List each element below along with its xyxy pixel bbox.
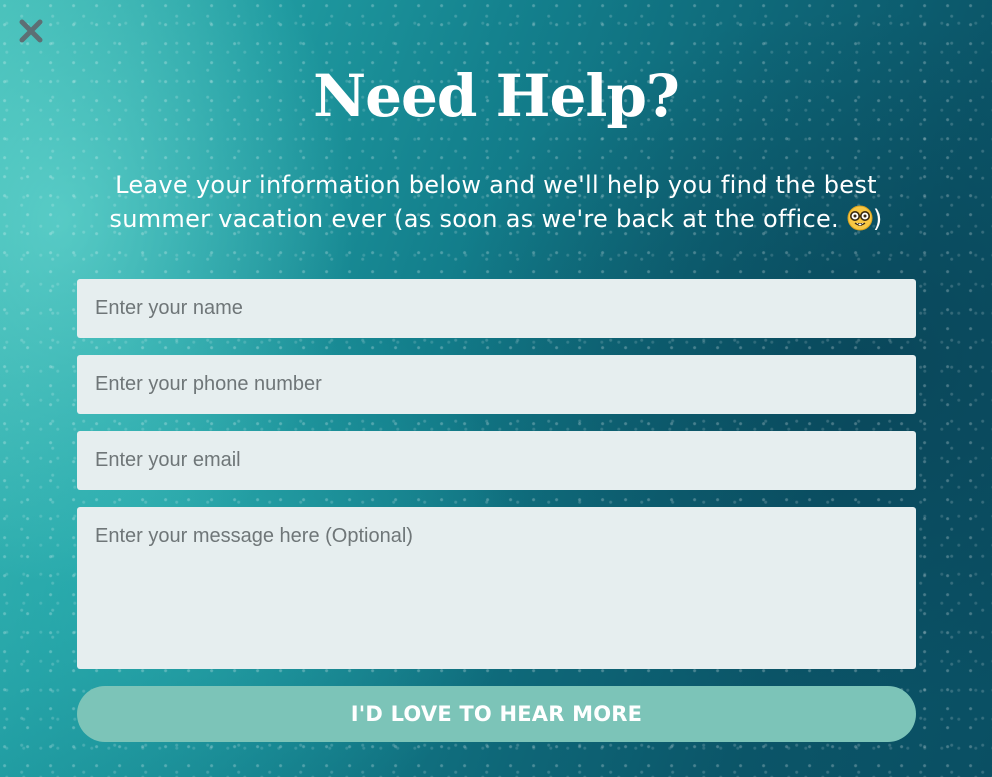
close-button[interactable] [14,14,48,48]
close-icon [19,19,43,43]
phone-input[interactable] [77,355,916,414]
message-textarea[interactable] [77,507,916,669]
name-input[interactable] [77,279,916,338]
subtitle-end: ) [872,205,883,233]
email-input[interactable] [77,431,916,490]
subtitle-text: Leave your information below and we'll h… [109,171,877,233]
popup-subtitle: Leave your information below and we'll h… [90,168,902,236]
nerd-face-emoji-icon [847,205,873,231]
submit-button[interactable]: I'D LOVE TO HEAR MORE [77,686,916,742]
popup-title: Need Help? [313,62,680,130]
